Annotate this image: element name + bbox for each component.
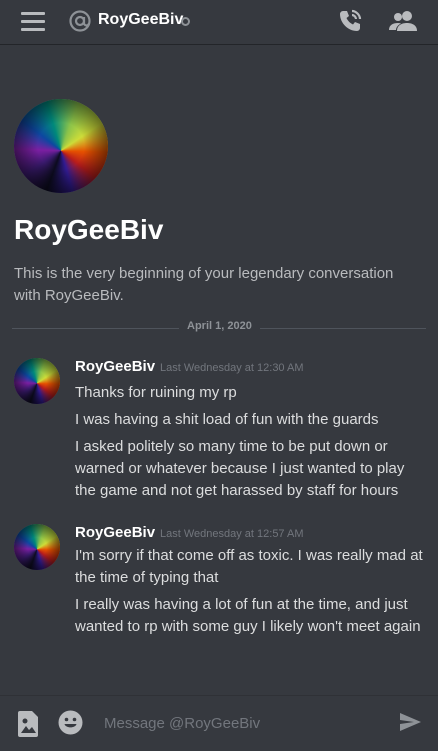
message-text: I asked politely so many time to be put … bbox=[75, 438, 405, 499]
media-icon[interactable] bbox=[16, 710, 40, 738]
message-text: Thanks for ruining my rp bbox=[75, 384, 237, 401]
at-icon bbox=[69, 10, 91, 32]
message-author[interactable]: RoyGeeBiv bbox=[75, 358, 155, 375]
message-group: RoyGeeBiv Last Wednesday at 12:57 AM I'm… bbox=[14, 524, 424, 664]
message-text: I'm sorry if that come off as toxic. I w… bbox=[75, 547, 423, 586]
message-text: I really was having a lot of fun at the … bbox=[75, 596, 421, 635]
message-input[interactable] bbox=[104, 712, 384, 734]
profile-avatar bbox=[14, 99, 108, 193]
emoji-icon[interactable] bbox=[58, 710, 83, 735]
message-composer bbox=[0, 695, 438, 751]
send-icon[interactable] bbox=[398, 710, 422, 734]
message-timestamp: Last Wednesday at 12:30 AM bbox=[160, 362, 304, 374]
profile-name: RoyGeeBiv bbox=[14, 214, 164, 245]
members-icon[interactable] bbox=[389, 8, 417, 34]
channel-title: RoyGeeBiv bbox=[98, 11, 184, 28]
message-timestamp: Last Wednesday at 12:57 AM bbox=[160, 528, 304, 540]
author-avatar[interactable] bbox=[14, 358, 60, 404]
status-dot-icon bbox=[181, 17, 190, 26]
author-avatar[interactable] bbox=[14, 524, 60, 570]
date-divider-label: April 1, 2020 bbox=[179, 320, 260, 332]
message-group: RoyGeeBiv Last Wednesday at 12:30 AM Tha… bbox=[14, 358, 424, 499]
menu-icon[interactable] bbox=[20, 10, 46, 32]
message-author[interactable]: RoyGeeBiv bbox=[75, 524, 155, 541]
conversation-intro-text: This is the very beginning of your legen… bbox=[14, 265, 394, 304]
call-icon[interactable] bbox=[337, 8, 363, 34]
top-bar: RoyGeeBiv bbox=[0, 0, 438, 44]
message-text: I was having a shit load of fun with the… bbox=[75, 411, 379, 428]
